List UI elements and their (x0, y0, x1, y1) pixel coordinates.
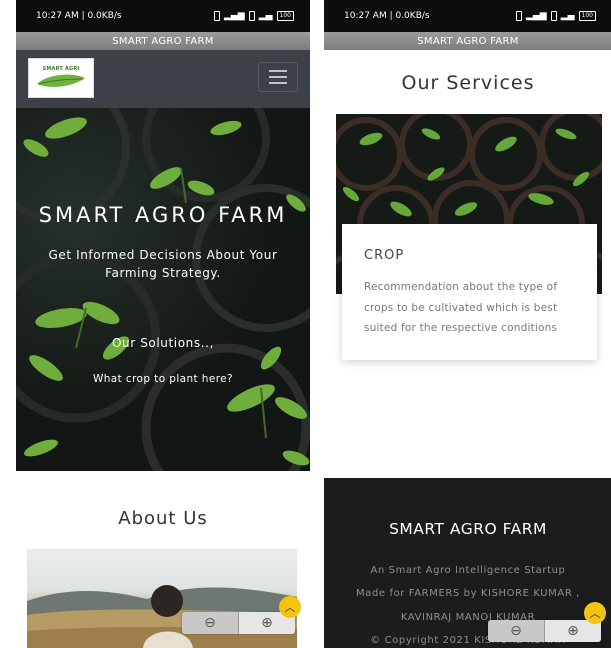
signal-icon: ▂▄▆ (525, 11, 547, 21)
status-icons: ▂▄▆ ▂▄ 100 (515, 11, 596, 21)
chevron-up-icon: ︿ (284, 601, 296, 614)
zoom-out-button[interactable]: ⊖ (488, 620, 544, 642)
seedlings-background (16, 108, 310, 471)
scroll-top-button[interactable]: ︿ (584, 602, 606, 624)
service-card-text: Recommendation about the type of crops t… (364, 281, 558, 334)
sim-icon (515, 11, 522, 21)
phone-screen-home: 10:27 AM | 0.0KB/s ▂▄▆ ▂▄ 100 SMART AGRO… (16, 0, 310, 648)
battery-icon: 100 (578, 11, 596, 21)
navbar: SMART AGRI (16, 50, 310, 108)
hero-subtitle: Get Informed Decisions About Your Farmin… (48, 248, 278, 280)
zoom-controls: ⊖ ⊕ (182, 612, 295, 634)
footer-title: SMART AGRO FARM (389, 520, 547, 538)
services-title: Our Services (401, 72, 535, 94)
service-card-crop[interactable]: CROP Recommendation about the type of cr… (342, 224, 597, 360)
hero-title: SMART AGRO FARM (38, 203, 288, 227)
status-icons: ▂▄▆ ▂▄ 100 (213, 11, 294, 21)
center-margin (310, 0, 324, 648)
service-card-title: CROP (364, 248, 405, 263)
sim2-icon (550, 11, 557, 21)
sim-icon (213, 11, 220, 21)
phone-screen-services: 10:27 AM | 0.0KB/s ▂▄▆ ▂▄ 100 SMART AGRO… (324, 0, 611, 648)
signal2-icon: ▂▄ (560, 11, 575, 21)
hero-banner: SMART AGRO FARM Get Informed Decisions A… (16, 108, 310, 471)
hero-question-link[interactable]: What crop to plant here? (16, 373, 310, 385)
signal2-icon: ▂▄ (258, 11, 273, 21)
leaf-icon (37, 74, 85, 87)
hamburger-line (269, 82, 287, 84)
footer-made-by: Made for FARMERS by KISHORE KUMAR , (356, 588, 580, 599)
battery-icon: 100 (276, 11, 294, 21)
zoom-controls: ⊖ ⊕ (488, 620, 601, 642)
about-title: About Us (118, 508, 208, 529)
scroll-top-button[interactable]: ︿ (279, 596, 301, 618)
menu-toggle-button[interactable] (258, 62, 298, 92)
chevron-up-icon: ︿ (589, 607, 601, 620)
left-margin (0, 0, 16, 648)
app-title-bar: SMART AGRO FARM (16, 32, 310, 50)
status-bar: 10:27 AM | 0.0KB/s ▂▄▆ ▂▄ 100 (16, 0, 310, 32)
status-time: 10:27 AM | 0.0KB/s (36, 11, 122, 21)
hamburger-line (269, 76, 287, 78)
footer-tagline: An Smart Agro Intelligence Startup (370, 565, 566, 576)
status-time: 10:27 AM | 0.0KB/s (344, 11, 430, 21)
signal-icon: ▂▄▆ (223, 11, 245, 21)
hero-solutions-text: Our Solutions.., (112, 336, 214, 350)
status-bar: 10:27 AM | 0.0KB/s ▂▄▆ ▂▄ 100 (324, 0, 611, 32)
brand-logo[interactable]: SMART AGRI (28, 58, 94, 98)
sim2-icon (248, 11, 255, 21)
app-title-bar: SMART AGRO FARM (324, 32, 611, 50)
hamburger-icon (269, 70, 287, 72)
zoom-out-button[interactable]: ⊖ (182, 612, 238, 634)
